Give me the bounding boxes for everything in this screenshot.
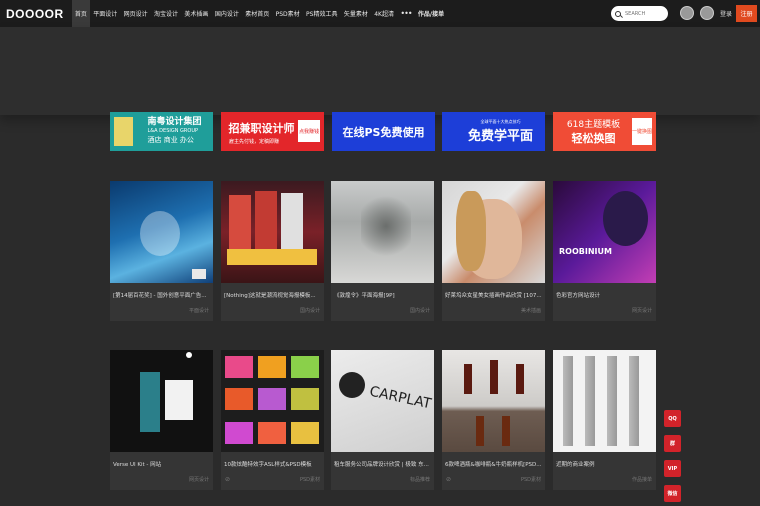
link-icon[interactable]: ⊘ — [446, 476, 451, 483]
card-title[interactable]: 色彩官方网站设计 — [556, 291, 655, 299]
ad-title: 招兼职设计师 — [228, 121, 295, 135]
thumb-text: ROOBINIUM — [559, 247, 612, 256]
card-category[interactable]: 标品推荐 — [410, 476, 430, 483]
card-category[interactable]: 美术插画 — [521, 307, 541, 314]
card-title[interactable]: 《敦煌令》平面海报[9P] — [334, 291, 433, 299]
ad-title: 免费学平面 — [467, 129, 533, 144]
card[interactable]: 6款啤酒瓶&咖啡瓶&牛奶瓶样机[PSD... ⊘ PSD素材 — [442, 350, 545, 490]
qq-icon[interactable]: QQ — [664, 410, 681, 427]
card-category[interactable]: 平面设计 — [189, 307, 209, 314]
card[interactable]: [Nothing]这就是潮流视觉海报模板... 国内设计 — [221, 181, 324, 321]
search-box[interactable] — [611, 6, 668, 21]
ad-subtitle: 雇主先付钱，定稿即赚 — [229, 139, 280, 145]
ad-badge: 点我赚钱 — [298, 120, 320, 142]
nav-item-graphic[interactable]: 平面设计 — [90, 0, 120, 27]
register-button[interactable]: 注册 — [736, 5, 757, 22]
lna-logo-icon — [114, 117, 133, 146]
login-link[interactable]: 登录 — [720, 9, 732, 18]
nav-more-icon[interactable]: ••• — [397, 0, 415, 27]
card-thumbnail[interactable]: ROOBINIUM — [553, 181, 656, 283]
card-thumbnail[interactable] — [221, 181, 324, 283]
card-thumbnail[interactable] — [110, 350, 213, 452]
ad-subtitle: 轻松换图 — [571, 132, 616, 145]
card-thumbnail[interactable] — [331, 181, 434, 283]
card[interactable]: 近期的商业案例 作品接单 — [553, 350, 656, 490]
nav-item-materials[interactable]: 素材首页 — [242, 0, 272, 27]
ad-title: 南粤设计集团 — [147, 117, 202, 127]
ad-title: 在线PS免费使用 — [342, 125, 425, 139]
card-category[interactable]: 国内设计 — [300, 307, 320, 314]
card-title[interactable]: 6款啤酒瓶&咖啡瓶&牛奶瓶样机[PSD... — [445, 460, 544, 468]
search-input[interactable] — [625, 10, 665, 17]
main-nav: 首页 平面设计 网页设计 淘宝设计 美术插画 国内设计 素材首页 PSD素材 P… — [71, 0, 448, 27]
card-title[interactable]: Verse UI Kit - 网站 — [113, 460, 212, 468]
card-category[interactable]: 作品接单 — [632, 476, 652, 483]
card[interactable]: ROOBINIUM 色彩官方网站设计 网页设计 — [553, 181, 656, 321]
wechat-icon[interactable]: 微信 — [664, 485, 681, 502]
ad-banner-recruit[interactable]: 招兼职设计师 雇主先付钱，定稿即赚 点我赚钱 — [221, 112, 324, 151]
card-title[interactable]: 租车服务公司品牌设计欣赏 | 极致 东... — [334, 460, 433, 468]
ad-banner-lna[interactable]: 南粤设计集团 L&A DESIGN GROUP 酒店 商业 办公 — [110, 112, 213, 151]
card[interactable]: 《敦煌令》平面海报[9P] 国内设计 — [331, 181, 434, 321]
banner-area — [0, 27, 760, 115]
card-category[interactable]: 网页设计 — [632, 307, 652, 314]
vip-button[interactable]: VIP — [664, 460, 681, 477]
card-title[interactable]: 好莱坞众女星美女插画作品欣赏 [107... — [445, 291, 544, 299]
card[interactable]: Verse UI Kit - 网站 网页设计 — [110, 350, 213, 490]
card-thumbnail[interactable] — [221, 350, 324, 452]
site-logo[interactable]: DOOOOR — [0, 7, 72, 21]
ad-banner-ps-online[interactable]: 在线PS免费使用 — [332, 112, 435, 151]
card[interactable]: 好莱坞众女星美女插画作品欣赏 [107... 美术插画 — [442, 181, 545, 321]
group-icon[interactable]: 群 — [664, 435, 681, 452]
nav-item-4k[interactable]: 4K超清 — [371, 0, 397, 27]
ad-tagline: 酒店 商业 办公 — [147, 136, 194, 144]
link-icon[interactable]: ⊘ — [225, 476, 230, 483]
card-category[interactable]: 国内设计 — [410, 307, 430, 314]
nav-item-vector[interactable]: 矢量素材 — [341, 0, 371, 27]
card-thumbnail[interactable] — [110, 181, 213, 283]
card[interactable]: CARPLAT 租车服务公司品牌设计欣赏 | 极致 东... 标品推荐 — [331, 350, 434, 490]
nav-item-illustration[interactable]: 美术插画 — [181, 0, 211, 27]
search-icon[interactable] — [615, 10, 621, 17]
user-icon[interactable] — [680, 6, 694, 20]
card-thumbnail[interactable]: CARPLAT — [331, 350, 434, 452]
card-category[interactable]: PSD素材 — [300, 476, 320, 483]
card-thumbnail[interactable] — [442, 181, 545, 283]
nav-item-psd[interactable]: PSD素材 — [272, 0, 302, 27]
card-title[interactable]: 10款炫酷特效字ASL样式&PSD模板 — [224, 460, 323, 468]
settings-icon[interactable] — [700, 6, 714, 20]
card-title[interactable]: [第14届百花奖] - 国外创意平面广告... — [113, 291, 212, 299]
nav-item-works[interactable]: 作品/接单 — [415, 0, 448, 27]
nav-item-domestic[interactable]: 国内设计 — [212, 0, 242, 27]
nav-item-ps-tools[interactable]: PS精效工具 — [303, 0, 341, 27]
ad-banner-learn[interactable]: 全球平面十大热点技巧 免费学平面 — [442, 112, 545, 151]
nav-item-taobao[interactable]: 淘宝设计 — [151, 0, 181, 27]
thumb-text: CARPLAT — [368, 383, 433, 413]
nav-item-web[interactable]: 网页设计 — [120, 0, 150, 27]
card-title[interactable]: 近期的商业案例 — [556, 460, 655, 468]
card[interactable]: 10款炫酷特效字ASL样式&PSD模板 ⊘ PSD素材 — [221, 350, 324, 490]
carplat-logo-icon — [339, 372, 365, 398]
ad-banner-618[interactable]: 618主题模板 轻松换图 一键换图 — [553, 112, 656, 151]
card[interactable]: [第14届百花奖] - 国外创意平面广告... 平面设计 — [110, 181, 213, 321]
card-thumbnail[interactable] — [442, 350, 545, 452]
top-navbar: DOOOOR 首页 平面设计 网页设计 淘宝设计 美术插画 国内设计 素材首页 … — [0, 0, 760, 27]
card-category[interactable]: 网页设计 — [189, 476, 209, 483]
card-thumbnail[interactable] — [553, 350, 656, 452]
ad-title: 618主题模板 — [566, 120, 621, 130]
card-category[interactable]: PSD素材 — [521, 476, 541, 483]
card-title[interactable]: [Nothing]这就是潮流视觉海报模板... — [224, 291, 323, 299]
nav-item-home[interactable]: 首页 — [71, 0, 91, 27]
ad-badge: 一键换图 — [632, 118, 652, 145]
ad-subtitle: L&A DESIGN GROUP — [147, 128, 198, 134]
